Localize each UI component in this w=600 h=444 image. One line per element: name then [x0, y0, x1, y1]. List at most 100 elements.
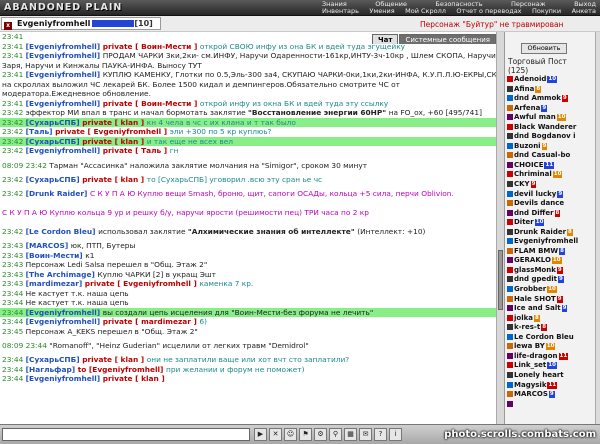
- chat-nick[interactable]: [Нагльфар]: [26, 365, 78, 374]
- chat-nick[interactable]: [СухарьСПБ]: [26, 175, 83, 184]
- roster-item[interactable]: dnd Bogdanov i: [505, 132, 595, 142]
- clan-icon: [507, 247, 513, 254]
- roster-level: 9: [541, 142, 548, 150]
- tab-chat[interactable]: Чат: [372, 34, 399, 44]
- chat-nick[interactable]: [Evgeniyfromhell]: [26, 99, 103, 108]
- roster-scrollbar[interactable]: [595, 32, 600, 424]
- chat-input[interactable]: [2, 428, 250, 441]
- roster-item[interactable]: Arfena 9: [505, 104, 595, 114]
- close-icon[interactable]: x: [4, 22, 12, 30]
- chat-private-tag[interactable]: private [ Evgeniyfromhell ]: [55, 127, 170, 136]
- chat-nick[interactable]: [СухарьСПБ]: [26, 355, 83, 364]
- chat-nick[interactable]: [mardimezar]: [26, 279, 85, 288]
- chat-nick[interactable]: [Evgeniyfromhell]: [26, 374, 103, 383]
- walk-icon[interactable]: ⚲: [329, 428, 342, 441]
- chat-nick[interactable]: [Le Cordon Bleu]: [26, 227, 98, 236]
- character-name[interactable]: Evgeniyfromhell: [17, 18, 90, 29]
- chat-private-tag[interactable]: private [ Воин-Мести ]: [103, 99, 200, 108]
- chat-nick[interactable]: [Воин-Мести]: [26, 251, 86, 260]
- chat-private-tag[interactable]: private [ klan ]: [82, 137, 147, 146]
- roster-item[interactable]: jolka 8: [505, 314, 595, 324]
- chat-nick[interactable]: [Evgeniyfromhell]: [26, 308, 103, 317]
- roster-item[interactable]: life-dragon 11: [505, 352, 595, 362]
- roster-item[interactable]: k-res-t 8: [505, 323, 595, 333]
- chat-nick[interactable]: [СухарьСПБ]: [26, 118, 83, 127]
- roster-item[interactable]: Link_set 10: [505, 361, 595, 371]
- chat-private-tag[interactable]: private [ klan ]: [82, 118, 147, 127]
- chat-private-tag[interactable]: private [ Таль ]: [103, 146, 170, 155]
- roster-item[interactable]: dnd gpedit 9: [505, 275, 595, 285]
- menu-item-skills[interactable]: Умения: [369, 8, 394, 15]
- filter-icon[interactable]: ⚑: [299, 428, 312, 441]
- chat-nick[interactable]: [MARCOS]: [26, 241, 71, 250]
- help-icon[interactable]: ?: [374, 428, 387, 441]
- chat-private-tag[interactable]: to [Evgeniyfromhell]: [78, 365, 166, 374]
- roster-item[interactable]: glassMonk 9: [505, 266, 595, 276]
- settings-icon[interactable]: ⚙: [314, 428, 327, 441]
- roster-item[interactable]: Adenoid 10: [505, 75, 595, 85]
- info-icon[interactable]: i: [389, 428, 402, 441]
- chat-nick[interactable]: [Evgeniyfromhell]: [26, 51, 103, 60]
- menu-item-transfer-report[interactable]: Отчет о переводах: [456, 8, 521, 15]
- roster-item[interactable]: GERAKLO 10: [505, 256, 595, 266]
- roster-item[interactable]: Devils dance: [505, 199, 595, 209]
- chat-private-tag[interactable]: private [ klan ]: [103, 374, 165, 383]
- smile-icon[interactable]: ☺: [284, 428, 297, 441]
- roster-item[interactable]: FLAM BMW 8: [505, 247, 595, 257]
- roster-item[interactable]: Ice and Salt 9: [505, 304, 595, 314]
- clan-icon: [507, 400, 513, 407]
- roster-item[interactable]: Le Cordon Bleu: [505, 333, 595, 343]
- character-level: [10]: [134, 19, 153, 28]
- chat-scrollbar[interactable]: [496, 32, 504, 424]
- roster-item[interactable]: devil lucky 9: [505, 190, 595, 200]
- roster-item[interactable]: Awful man 10: [505, 113, 595, 123]
- roster-item[interactable]: dnd Casual-bo: [505, 151, 595, 161]
- roster-item[interactable]: Buzoni 9: [505, 142, 595, 152]
- roster-item[interactable]: Drunk Raider 8: [505, 228, 595, 238]
- chat-scroll-thumb[interactable]: [498, 250, 503, 310]
- chat-nick[interactable]: [Evgeniyfromhell]: [26, 317, 103, 326]
- chat-nick[interactable]: [Evgeniyfromhell]: [26, 42, 103, 51]
- mail-icon[interactable]: ✉: [359, 428, 372, 441]
- chat-nick[interactable]: [СухарьСПБ]: [26, 137, 83, 146]
- tab-system-messages[interactable]: Системные сообщения: [399, 34, 496, 44]
- menu-item-my-scroll[interactable]: Мой Скролл: [405, 8, 446, 15]
- clear-icon[interactable]: ✕: [269, 428, 282, 441]
- roster-item[interactable]: Afina 8: [505, 85, 595, 95]
- menu-item-inventory[interactable]: Инвентарь: [322, 8, 359, 15]
- chat-nick[interactable]: [Drunk Raider]: [26, 189, 90, 198]
- chat-time: 23:44: [2, 298, 26, 307]
- roster-item[interactable]: Evgeniyfromhell: [505, 237, 595, 247]
- chat-private-tag[interactable]: private [ Воин-Мести ]: [103, 42, 200, 51]
- chat-nick[interactable]: [Таль]: [26, 127, 55, 136]
- roster-item[interactable]: dnd Differ 8: [505, 209, 595, 219]
- roster-item[interactable]: Magysik 11: [505, 381, 595, 391]
- roster-item[interactable]: Hale SHOT 9: [505, 295, 595, 305]
- roster-item[interactable]: dnd Ammok 9: [505, 94, 595, 104]
- chat-nick[interactable]: [The Archimage]: [26, 270, 98, 279]
- roster-item[interactable]: CHOICE 11: [505, 161, 595, 171]
- roster-item[interactable]: CKY 9: [505, 180, 595, 190]
- chat-private-tag[interactable]: private [ Evgeniyfromhell ]: [85, 279, 200, 288]
- roster-item[interactable]: Chriminal 10: [505, 170, 595, 180]
- menu-item-profile[interactable]: Анкета: [572, 8, 596, 15]
- chat-line: 23:41 [Evgeniyfromhell] КУПЛЮ КАМЕНКУ, Г…: [0, 70, 496, 80]
- roster-item[interactable]: lewa BY 10: [505, 342, 595, 352]
- chat-private-tag[interactable]: private [ mardimezar ]: [103, 317, 200, 326]
- roster-item[interactable]: Lonely heart: [505, 371, 595, 381]
- roster-item[interactable]: Grobber 10: [505, 285, 595, 295]
- send-icon[interactable]: ▶: [254, 428, 267, 441]
- roster-item[interactable]: [505, 400, 595, 410]
- roster-item[interactable]: MARCOS 9: [505, 390, 595, 400]
- roster-item[interactable]: Black Wanderer: [505, 123, 595, 133]
- roster-name: GERAKLO: [514, 256, 551, 265]
- chat-nick[interactable]: [Evgeniyfromhell]: [26, 70, 103, 79]
- chat-private-tag[interactable]: private [ klan ]: [82, 175, 147, 184]
- map-icon[interactable]: ▦: [344, 428, 357, 441]
- roster-item[interactable]: Diter 10: [505, 218, 595, 228]
- chat-private-tag[interactable]: private [ klan ]: [82, 355, 147, 364]
- chat-nick[interactable]: [Evgeniyfromhell]: [26, 146, 103, 155]
- refresh-button[interactable]: Обновить: [521, 43, 567, 54]
- chat-line: 23:43 [Воин-Мести] к1: [0, 251, 496, 261]
- menu-item-purchases[interactable]: Покупки: [532, 8, 561, 15]
